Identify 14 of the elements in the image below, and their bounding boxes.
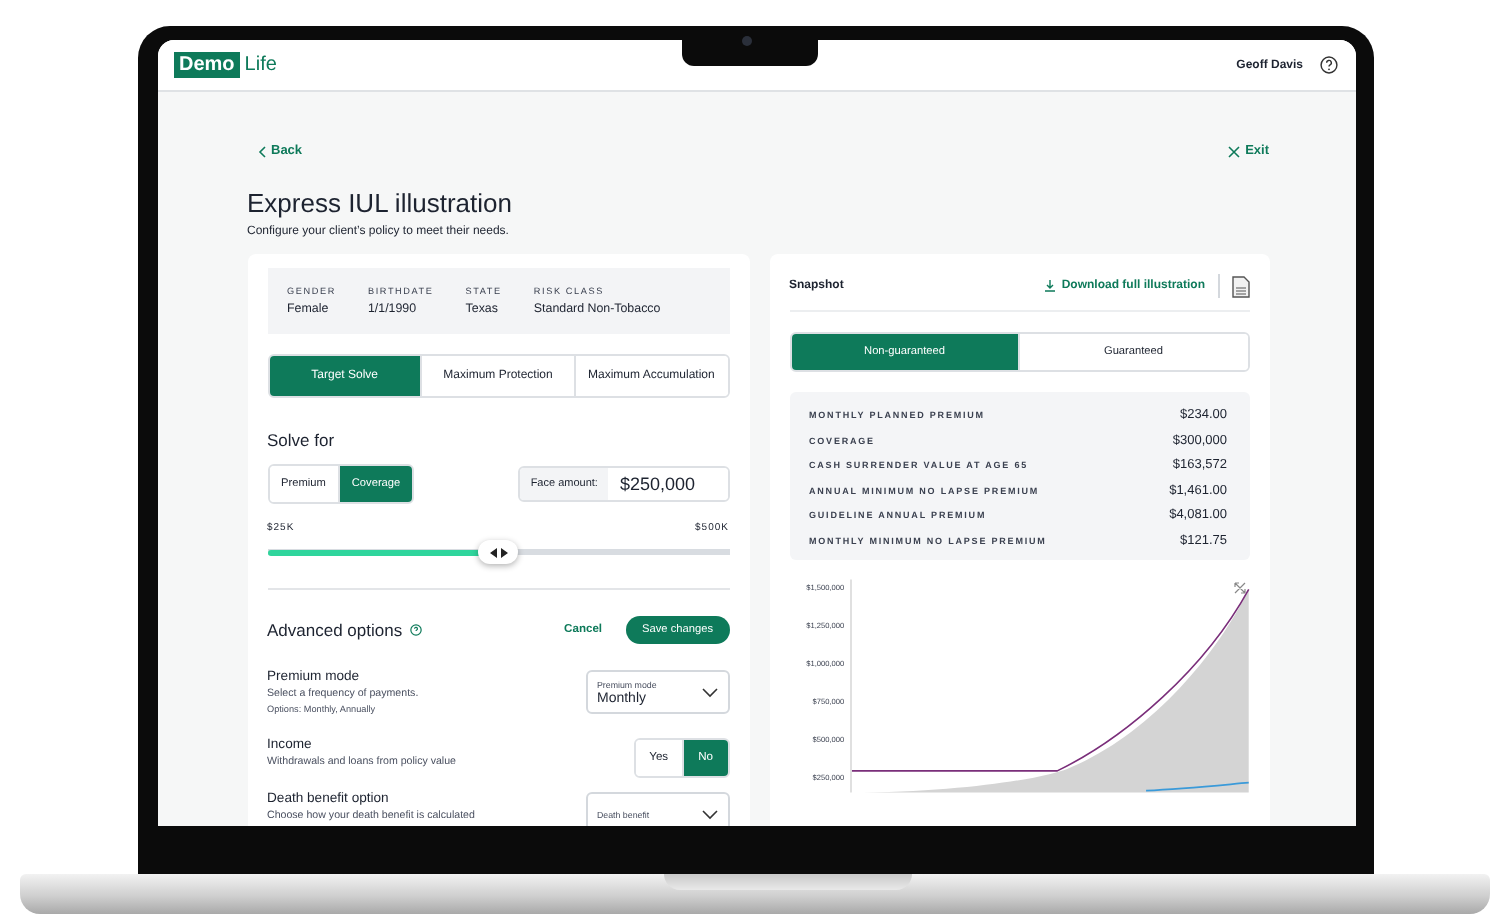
close-icon [1227,145,1240,157]
expand-icon[interactable] [1233,581,1245,593]
chevron-left-icon [257,145,265,157]
slider-handle[interactable] [478,540,518,564]
logo-text: Life [244,54,277,76]
chevron-down-icon [701,809,717,819]
section-heading: Advanced options [267,620,403,640]
download-icon [1043,280,1056,292]
document-icon[interactable] [1231,275,1249,297]
chevron-down-icon [701,687,717,697]
help-icon[interactable] [1319,56,1337,74]
logo-wordmark: Demo [173,52,241,78]
page-title: Express IUL illustration [247,188,514,218]
section-heading: Solve for [267,430,337,450]
